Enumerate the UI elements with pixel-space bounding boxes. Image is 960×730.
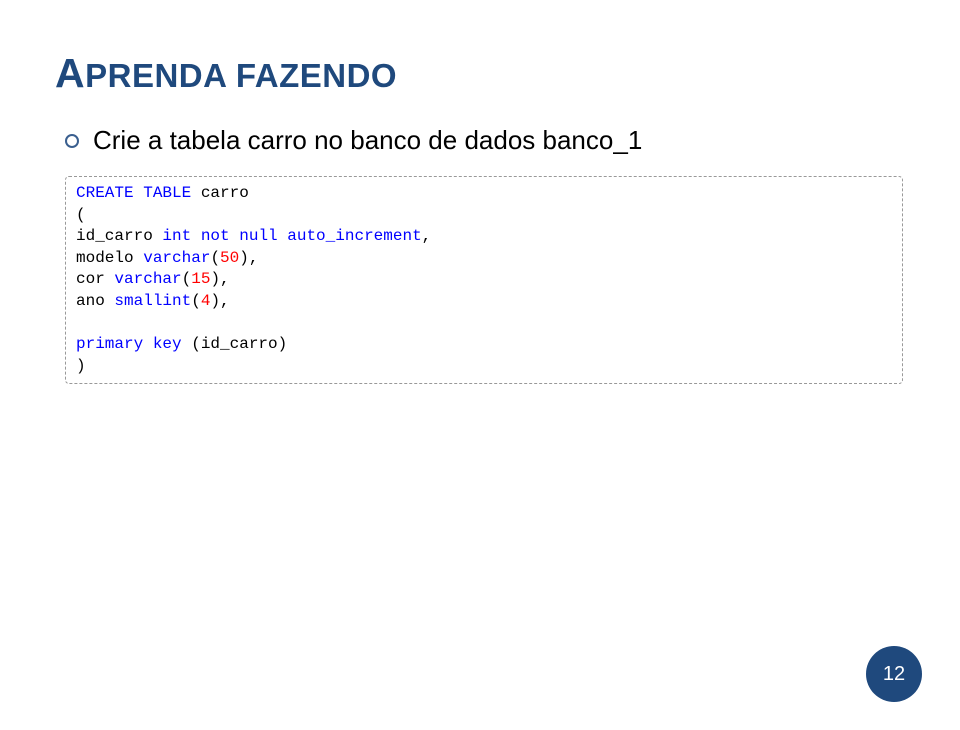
field-id-carro: id_carro [76, 227, 162, 245]
keyword-smallint: smallint [114, 292, 191, 310]
num-15: 15 [191, 270, 210, 288]
title-first-letter: A [55, 50, 85, 96]
bullet-text: Crie a tabela carro no banco de dados ba… [93, 125, 642, 156]
field-modelo: modelo [76, 249, 143, 267]
code-line-primary: primary key (id_carro) [76, 334, 892, 356]
page-number-value: 12 [883, 663, 905, 686]
code-block: CREATE TABLE carro ( id_carro int not nu… [65, 176, 903, 384]
keyword-int: int [162, 227, 200, 245]
open-paren-2: ( [182, 270, 192, 288]
pk-field: (id_carro) [191, 335, 287, 353]
page-title: APRENDA FAZENDO [55, 50, 905, 97]
code-line-create: CREATE TABLE carro [76, 183, 892, 205]
code-line-open-paren: ( [76, 205, 892, 227]
keyword-primary-key: primary key [76, 335, 191, 353]
keyword-varchar-2: varchar [114, 270, 181, 288]
slide-container: APRENDA FAZENDO Crie a tabela carro no b… [0, 0, 960, 730]
num-50: 50 [220, 249, 239, 267]
code-line-idcarro: id_carro int not null auto_increment, [76, 226, 892, 248]
close-paren-comma-2: ), [210, 270, 229, 288]
code-line-close-paren: ) [76, 356, 892, 378]
keyword-create-table: CREATE TABLE [76, 184, 201, 202]
bullet-item: Crie a tabela carro no banco de dados ba… [65, 125, 905, 156]
close-paren-comma: ), [239, 249, 258, 267]
close-paren-comma-3: ), [210, 292, 229, 310]
num-4: 4 [201, 292, 211, 310]
keyword-varchar: varchar [143, 249, 210, 267]
keyword-not-null: not null [201, 227, 287, 245]
keyword-auto-increment: auto_increment [287, 227, 421, 245]
field-cor: cor [76, 270, 114, 288]
table-name: carro [201, 184, 249, 202]
code-line-modelo: modelo varchar(50), [76, 248, 892, 270]
code-line-blank [76, 313, 892, 335]
code-line-cor: cor varchar(15), [76, 269, 892, 291]
page-number-badge: 12 [866, 646, 922, 702]
bullet-circle-icon [65, 134, 79, 148]
open-paren: ( [210, 249, 220, 267]
comma: , [422, 227, 432, 245]
code-line-ano: ano smallint(4), [76, 291, 892, 313]
title-rest: PRENDA FAZENDO [85, 57, 397, 94]
open-paren-3: ( [191, 292, 201, 310]
field-ano: ano [76, 292, 114, 310]
